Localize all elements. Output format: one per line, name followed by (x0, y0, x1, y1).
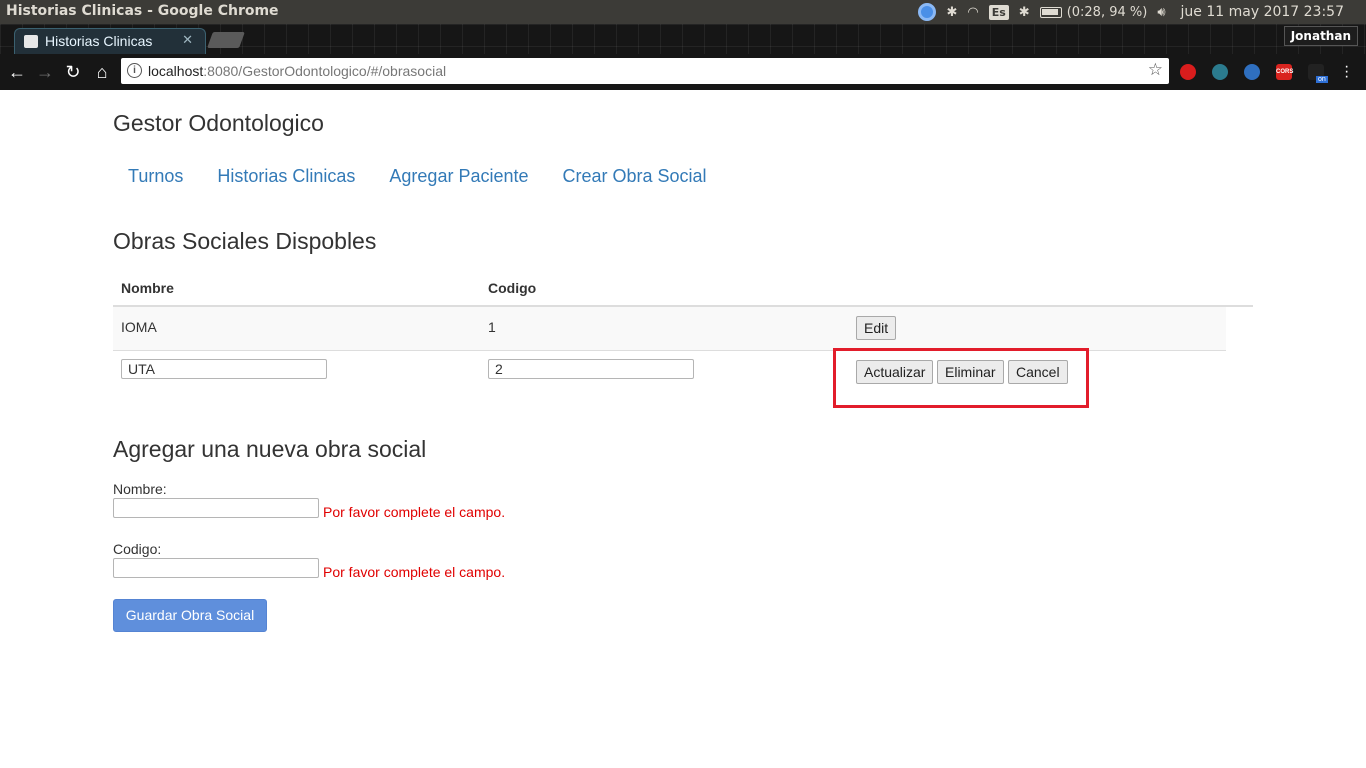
web-page: Gestor Odontologico Turnos Historias Cli… (0, 90, 1366, 768)
battery-icon[interactable] (1039, 0, 1062, 24)
extension-swirl-icon[interactable] (1212, 64, 1228, 80)
address-bar[interactable]: i localhost:8080/GestorOdontologico/#/ob… (121, 58, 1169, 84)
edit-nombre-input[interactable] (121, 359, 327, 379)
nombre-label: Nombre: (113, 481, 167, 497)
obras-sociales-heading: Obras Sociales Dispobles (113, 228, 377, 254)
main-nav: Turnos Historias Clinicas Agregar Pacien… (128, 166, 741, 187)
new-tab-button[interactable] (207, 32, 245, 48)
forward-arrow-icon[interactable]: → (32, 59, 58, 85)
system-tray: ✱ ◠ Es ✱ (0:28, 94 %) 🔊︎ jue 11 may 2017… (913, 0, 1366, 24)
url-text[interactable]: localhost:8080/GestorOdontologico/#/obra… (148, 63, 446, 79)
nombre-required-error: Por favor complete el campo. (323, 504, 506, 520)
keyboard-layout-label: Es (988, 4, 1009, 20)
cell-nombre: IOMA (121, 319, 157, 335)
edit-codigo-input[interactable] (488, 359, 694, 379)
edit-button[interactable]: Edit (856, 316, 897, 340)
extension-on-badge: on (1316, 76, 1328, 83)
codigo-input[interactable] (113, 558, 319, 578)
bluetooth-secondary-icon[interactable]: ✱ (1019, 0, 1030, 24)
cell-codigo: 1 (488, 319, 496, 335)
home-icon[interactable]: ⌂ (89, 59, 115, 85)
tab-label: Historias Clinicas (45, 33, 153, 49)
codigo-required-error: Por favor complete el campo. (323, 564, 506, 580)
extension-globe-icon[interactable] (1244, 64, 1260, 80)
extension-cors-icon[interactable]: CORS (1276, 64, 1293, 80)
wifi-icon[interactable]: ◠ (967, 0, 978, 24)
column-header-codigo: Codigo (488, 280, 537, 296)
back-arrow-icon[interactable]: ← (4, 59, 30, 85)
highlight-annotation-box (833, 348, 1089, 408)
table-header: Nombre Codigo (113, 270, 1253, 307)
tab-historias-clinicas[interactable]: Historias Clinicas ✕ (14, 28, 206, 54)
reload-icon[interactable]: ↻ (60, 59, 86, 85)
tab-strip: Historias Clinicas ✕ Jonathan (0, 24, 1366, 54)
profile-button[interactable]: Jonathan (1283, 26, 1358, 46)
codigo-label: Codigo: (113, 541, 162, 557)
tab-favicon-icon (24, 35, 38, 48)
volume-icon[interactable]: 🔊︎ (1157, 0, 1165, 24)
column-header-nombre: Nombre (121, 280, 174, 296)
window-title: Historias Clinicas - Google Chrome (6, 3, 279, 19)
nav-link-agregar-paciente[interactable]: Agregar Paciente (389, 166, 528, 187)
extension-toggle-icon[interactable]: on (1308, 64, 1328, 83)
guardar-obra-social-button[interactable]: Guardar Obra Social (113, 599, 267, 632)
table-row: IOMA 1 Edit (113, 307, 1226, 351)
url-path: :8080/GestorOdontologico/#/obrasocial (203, 63, 447, 79)
tab-close-icon[interactable]: ✕ (182, 32, 193, 48)
app-brand[interactable]: Gestor Odontologico (113, 110, 324, 137)
info-icon[interactable]: i (127, 63, 142, 78)
agregar-obra-social-heading: Agregar una nueva obra social (113, 436, 427, 462)
extension-stop-icon[interactable] (1180, 64, 1196, 80)
battery-status[interactable]: (0:28, 94 %) (1067, 0, 1148, 24)
nav-link-crear-obra-social[interactable]: Crear Obra Social (563, 166, 707, 187)
browser-toolbar: ← → ↻ ⌂ i localhost:8080/GestorOdontolog… (0, 54, 1366, 90)
chrome-indicator-icon[interactable] (918, 0, 937, 24)
nombre-input[interactable] (113, 498, 319, 518)
browser-menu-icon[interactable]: · · · (1344, 59, 1349, 85)
os-top-bar: Historias Clinicas - Google Chrome ✱ ◠ E… (0, 0, 1366, 24)
url-host: localhost (148, 63, 204, 79)
nav-link-turnos[interactable]: Turnos (128, 166, 183, 187)
clock[interactable]: jue 11 may 2017 23:57 (1181, 4, 1344, 20)
bluetooth-icon[interactable]: ✱ (946, 0, 957, 24)
nav-link-historias-clinicas[interactable]: Historias Clinicas (217, 166, 355, 187)
keyboard-layout-indicator[interactable]: Es (988, 0, 1009, 24)
bookmark-star-icon[interactable]: ☆ (1148, 60, 1163, 80)
